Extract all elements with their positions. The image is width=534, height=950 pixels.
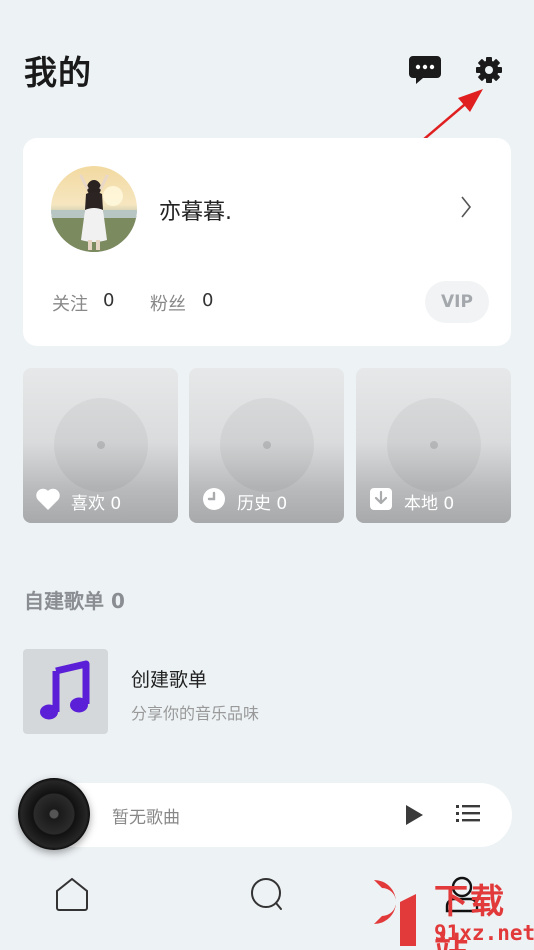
section-title-playlists: 自建歌单 0 [24,589,125,613]
create-playlist-subtitle: 分享你的音乐品味 [131,704,260,723]
page-title: 我的 [24,53,92,92]
fans-count[interactable]: 0 [202,290,213,311]
fans-label[interactable]: 粉丝 [150,290,186,316]
playlist-queue-button[interactable] [455,803,481,825]
disc-icon [387,398,481,492]
header: 我的 [0,0,534,120]
mini-player[interactable] [40,783,512,847]
home-icon [56,877,88,911]
quick-card-favorites[interactable]: 喜欢 0 [23,368,178,523]
follow-count[interactable]: 0 [103,290,114,311]
nav-search[interactable] [247,875,287,915]
watermark-url: 91xz.net [434,921,534,945]
quick-card-local[interactable]: 本地 0 [356,368,511,523]
play-button[interactable] [403,803,425,827]
create-playlist-thumb[interactable] [23,649,108,734]
chevron-right-icon[interactable] [459,193,473,221]
avatar-image [51,166,137,252]
quick-label-local: 本地 0 [404,494,455,514]
follow-label[interactable]: 关注 [52,290,88,316]
chat-bubble-icon [409,56,441,84]
messages-button[interactable] [408,54,442,86]
nav-home[interactable] [52,875,92,915]
play-icon [406,805,423,825]
quick-label-history: 历史 0 [237,494,288,514]
search-icon [251,878,282,910]
disc-icon [54,398,148,492]
heart-icon [36,488,60,510]
download-icon [370,488,392,510]
now-playing-text: 暂无歌曲 [112,808,180,828]
vip-badge[interactable]: VIP [425,281,489,323]
settings-button[interactable] [474,55,504,85]
quick-label-favorites: 喜欢 0 [71,494,122,514]
create-playlist-title[interactable]: 创建歌单 [131,665,207,692]
avatar[interactable] [51,166,137,252]
clock-icon [203,488,225,510]
music-note-icon [40,660,90,720]
vinyl-disc-icon[interactable] [18,778,90,850]
username: 亦暮暮. [159,200,232,225]
quick-card-history[interactable]: 历史 0 [189,368,344,523]
profile-card[interactable]: 亦暮暮. 关注 0 粉丝 0 VIP [23,138,511,346]
list-icon [456,805,480,822]
disc-icon [220,398,314,492]
gear-icon [476,57,502,83]
